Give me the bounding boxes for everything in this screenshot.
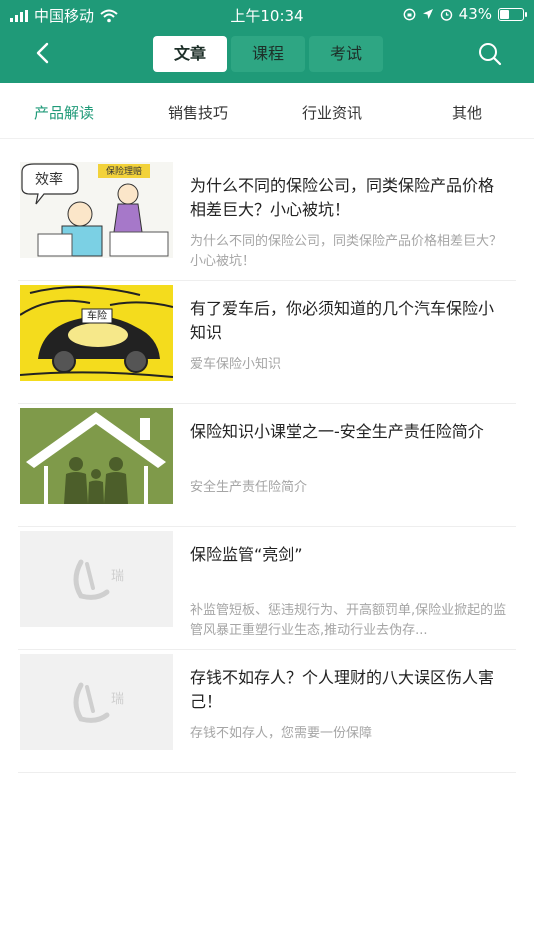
- article-summary: 补监管短板、惩违规行为、开高额罚单,保险业掀起的监管风暴正重塑行业生态,推动行业…: [190, 603, 507, 638]
- article-summary: 存钱不如存人，您需要一份保障: [190, 726, 373, 741]
- article-item[interactable]: 保险理赔 效率 为什么不同的保险公司，同类保险产品价格相差巨大？小心被坑！ 为什…: [18, 158, 516, 281]
- svg-text:瑞: 瑞: [111, 569, 124, 584]
- category-bar: 产品解读 销售技巧 行业资讯 其他: [0, 83, 534, 139]
- article-title: 有了爱车后，你必须知道的几个汽车保险小知识: [190, 299, 495, 342]
- article-item[interactable]: 瑞 存钱不如存人？个人理财的八大误区伤人害己！ 存钱不如存人，您需要一份保障: [18, 650, 516, 773]
- article-thumbnail-placeholder: 瑞: [20, 654, 173, 750]
- article-thumbnail: 保险理赔 效率: [20, 162, 173, 258]
- article-title: 保险监管“亮剑”: [190, 545, 303, 564]
- section-tabs: 文章 课程 考试: [153, 36, 383, 72]
- back-icon[interactable]: [30, 40, 56, 66]
- top-bar: 中国移动 上午10:34 43% 文章 课程 考试: [0, 0, 534, 83]
- article-summary: 为什么不同的保险公司，同类保险产品价格相差巨大？小心被坑！: [190, 234, 503, 269]
- logo-placeholder-icon: 瑞: [73, 682, 124, 723]
- svg-text:效率: 效率: [35, 171, 63, 188]
- battery-percent: 43%: [458, 5, 492, 23]
- battery-icon: [498, 7, 527, 21]
- category-other[interactable]: 其他: [452, 102, 482, 123]
- svg-text:车险: 车险: [87, 309, 107, 322]
- article-thumbnail-placeholder: 瑞: [20, 531, 173, 627]
- category-product[interactable]: 产品解读: [34, 102, 94, 123]
- article-summary: 爱车保险小知识: [190, 357, 282, 372]
- article-item[interactable]: 瑞 保险监管“亮剑” 补监管短板、惩违规行为、开高额罚单,保险业掀起的监管风暴正…: [18, 527, 516, 650]
- article-summary: 安全生产责任险简介: [190, 480, 308, 495]
- tab-article[interactable]: 文章: [153, 36, 227, 72]
- article-title: 保险知识小课堂之一-安全生产责任险简介: [190, 422, 484, 441]
- article-item[interactable]: 保险知识小课堂之一-安全生产责任险简介 安全生产责任险简介: [18, 404, 516, 527]
- article-item[interactable]: 车险 有了爱车后，你必须知道的几个汽车保险小知识 爱车保险小知识: [18, 281, 516, 404]
- svg-text:瑞: 瑞: [111, 692, 124, 707]
- category-sales[interactable]: 销售技巧: [168, 102, 228, 123]
- lock-rotation-icon: [403, 8, 416, 20]
- article-thumbnail: [20, 408, 173, 504]
- alarm-icon: [440, 8, 452, 21]
- category-industry[interactable]: 行业资讯: [302, 102, 362, 123]
- article-thumbnail: 车险: [20, 285, 173, 381]
- status-bar: 中国移动 上午10:34 43%: [0, 0, 534, 30]
- article-title: 为什么不同的保险公司，同类保险产品价格相差巨大？小心被坑！: [190, 176, 495, 219]
- location-icon: [422, 9, 433, 19]
- svg-text:保险理赔: 保险理赔: [106, 165, 142, 177]
- logo-placeholder-icon: 瑞: [73, 559, 124, 600]
- article-list: 保险理赔 效率 为什么不同的保险公司，同类保险产品价格相差巨大？小心被坑！ 为什…: [0, 158, 534, 773]
- tab-course[interactable]: 课程: [231, 36, 305, 72]
- search-icon[interactable]: [476, 40, 504, 68]
- tab-exam[interactable]: 考试: [309, 36, 383, 72]
- article-title: 存钱不如存人？个人理财的八大误区伤人害己！: [190, 668, 495, 711]
